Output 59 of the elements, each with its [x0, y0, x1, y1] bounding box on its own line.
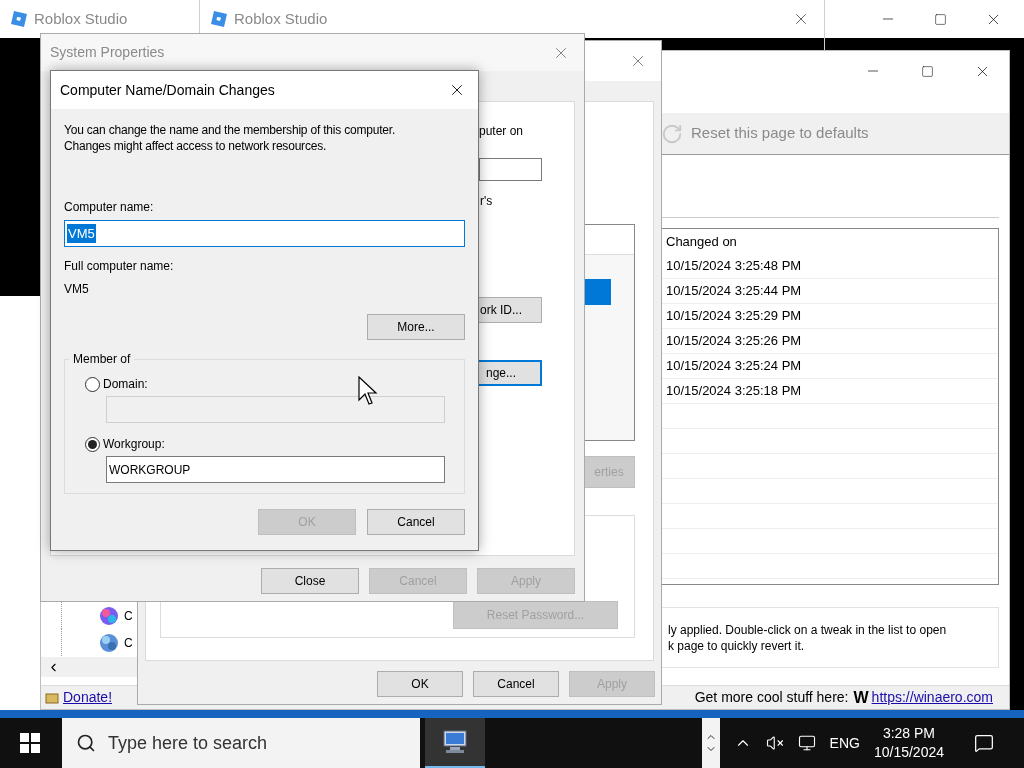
promo-text: Get more cool stuff here:: [694, 688, 849, 707]
windows-logo-icon: [20, 733, 40, 753]
clock[interactable]: 3:28 PM 10/15/2024: [873, 724, 944, 762]
radio-label[interactable]: Workgroup:: [103, 435, 165, 453]
language-indicator[interactable]: ENG: [829, 732, 860, 754]
app-logo-icon: [10, 10, 28, 28]
dialog-button[interactable]: Close: [261, 568, 359, 594]
dialog-button[interactable]: More...: [367, 314, 465, 340]
table-cell-text: 10/15/2024 3:25:18 PM: [666, 382, 802, 401]
table-cell-text: 10/15/2024 3:25:44 PM: [666, 282, 802, 301]
radio-button[interactable]: [85, 376, 100, 392]
field-label: Computer name:: [64, 199, 155, 216]
table-cell-text: 10/15/2024 3:25:29 PM: [666, 307, 802, 326]
window-title: System Properties: [50, 43, 165, 62]
description-text: r's: [479, 193, 494, 210]
horizontal-scrollbar[interactable]: [41, 657, 138, 677]
maximize-icon[interactable]: [921, 64, 934, 78]
mouse-cursor-icon: [358, 376, 378, 406]
app-icon: [98, 632, 120, 653]
computer-name-field[interactable]: VM5: [64, 220, 465, 247]
group-label: Member of: [69, 352, 135, 366]
full-computer-name: VM5: [64, 281, 90, 298]
search-field[interactable]: Type here to search: [62, 718, 420, 768]
text-field[interactable]: WORKGROUP: [106, 456, 445, 483]
search-icon: [76, 733, 96, 753]
taskbar-app-button[interactable]: [425, 718, 485, 768]
window-title: Roblox Studio: [34, 8, 128, 29]
tree-item[interactable]: C: [124, 606, 133, 625]
description-text: puter on: [478, 123, 525, 140]
speaker-muted-icon[interactable]: [765, 734, 784, 752]
table-cell-text: 10/15/2024 3:25:48 PM: [666, 257, 802, 276]
scroll-arrows[interactable]: [701, 718, 720, 768]
maximize-icon[interactable]: [934, 12, 947, 26]
window-title: Roblox Studio: [234, 8, 328, 29]
computer-icon: [440, 729, 470, 755]
donate-icon: [45, 691, 59, 704]
network-icon[interactable]: [797, 734, 816, 752]
tree-item[interactable]: C: [124, 633, 133, 652]
radio-label[interactable]: Domain:: [103, 375, 148, 393]
text-field[interactable]: [479, 158, 542, 181]
dialog-button[interactable]: Cancel: [367, 509, 465, 535]
field-label: Full computer name:: [64, 258, 175, 275]
dialog-button[interactable]: OK: [377, 671, 463, 697]
logo-icon: W: [853, 689, 869, 706]
window-title: Computer Name/Domain Changes: [60, 80, 275, 100]
website-link[interactable]: https://winaero.com: [871, 687, 993, 708]
description-text: ly applied. Double-click on a tweak in the list to open: [668, 621, 948, 638]
intro-text: You can change the name and the membership of this computer.: [64, 122, 397, 138]
app-icon: [98, 605, 120, 626]
radio-button[interactable]: [85, 436, 100, 452]
table-cell-text: 10/15/2024 3:25:26 PM: [666, 332, 802, 351]
intro-text: Changes might affect access to network resources.: [64, 138, 328, 154]
column-header[interactable]: Changed on: [666, 231, 737, 252]
dialog-button[interactable]: Cancel: [473, 671, 559, 697]
notifications-icon[interactable]: [974, 733, 994, 753]
app-logo-icon: [210, 10, 228, 28]
donate-link[interactable]: Donate!: [63, 687, 113, 708]
table-cell-text: 10/15/2024 3:25:24 PM: [666, 357, 802, 376]
description-text: k page to quickly revert it.: [668, 637, 806, 654]
